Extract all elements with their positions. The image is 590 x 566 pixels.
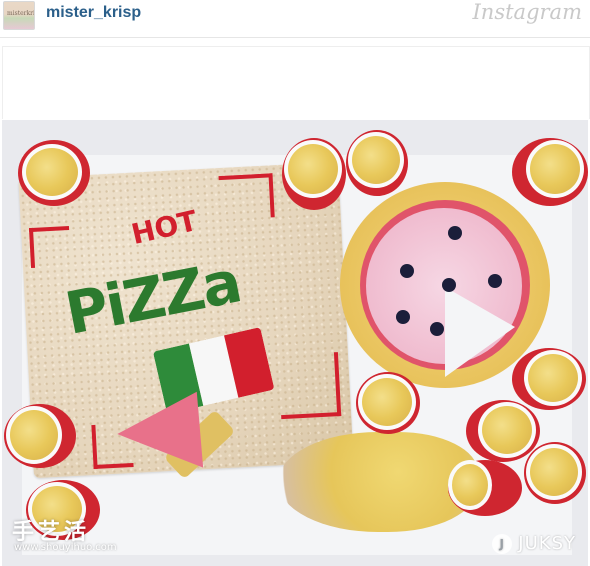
topping <box>442 278 456 292</box>
party-cup <box>4 404 76 468</box>
party-cup <box>512 138 588 206</box>
party-cup <box>448 460 522 516</box>
post-header: misterkrisp mister_krisp Instagram <box>0 0 590 32</box>
box-corner-top-right <box>218 173 275 221</box>
instagram-logo: Instagram <box>472 0 582 24</box>
topping <box>448 226 462 240</box>
box-corner-top-left <box>28 225 72 269</box>
missing-slice <box>445 287 515 377</box>
party-cup <box>466 400 540 462</box>
watermark-url: www.shouyihuo.com <box>14 542 117 553</box>
header-divider <box>0 37 590 38</box>
party-cup <box>524 442 586 504</box>
user-avatar[interactable]: misterkrisp <box>3 1 35 30</box>
shouyihuo-watermark: 手艺活 www.shouyihuo.com <box>12 514 117 553</box>
topping <box>488 274 502 288</box>
topping <box>430 322 444 336</box>
topping <box>396 310 410 324</box>
username-link[interactable]: mister_krisp <box>46 4 141 22</box>
party-cup <box>18 140 90 206</box>
round-pizza-treat <box>340 182 550 388</box>
juksy-watermark: J JUKSY <box>492 533 576 554</box>
party-cup <box>282 138 346 210</box>
party-cup <box>512 348 586 410</box>
post-photo[interactable]: HOT PiZZa <box>2 120 588 566</box>
juksy-label: JUKSY <box>518 533 576 554</box>
topping <box>400 264 414 278</box>
party-cup <box>346 130 408 196</box>
party-cup <box>356 372 420 434</box>
box-corner-bottom-right <box>277 352 342 420</box>
avatar-text: misterkrisp <box>7 10 34 17</box>
juksy-logo-icon: J <box>492 533 513 554</box>
post-top-space <box>2 46 590 119</box>
